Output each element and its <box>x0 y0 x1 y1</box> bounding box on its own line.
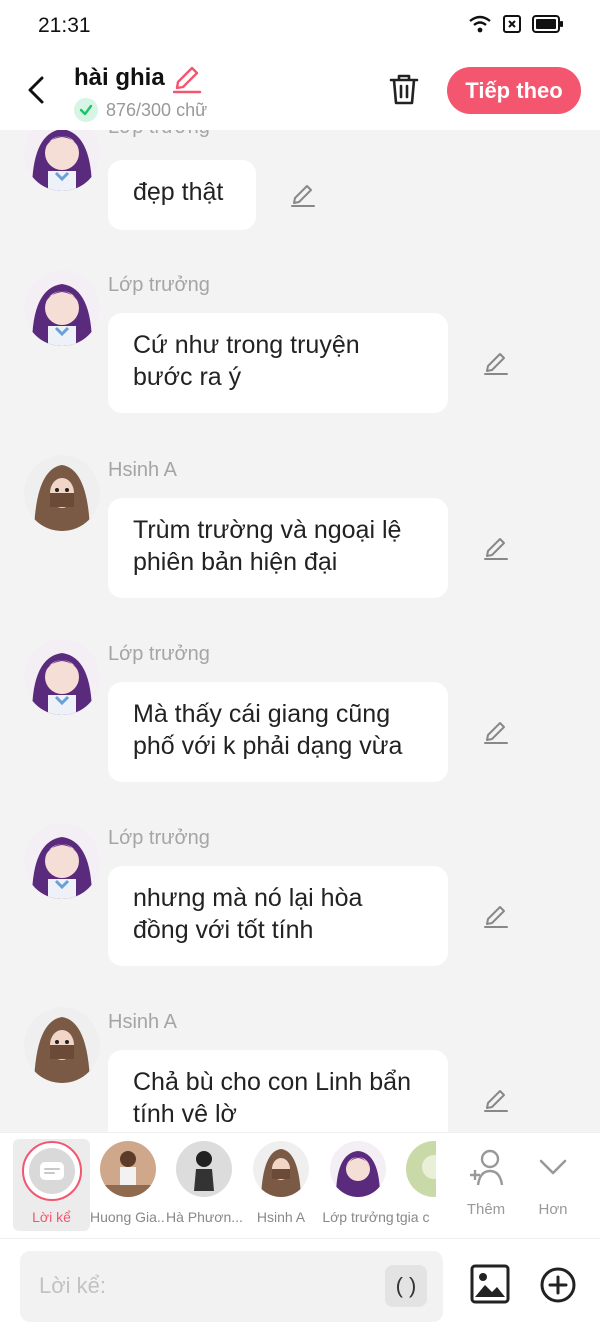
story-title[interactable]: hài ghia <box>74 64 165 92</box>
message-bubble[interactable]: nhưng mà nó lại hòa đồng với tốt tính <box>108 866 448 966</box>
parenthesis-button[interactable]: ( ) <box>385 1265 427 1307</box>
message-bubble[interactable]: Trùm trường và ngoại lệ phiên bản hiện đ… <box>108 498 448 598</box>
character-item[interactable]: Hsinh A <box>243 1141 319 1225</box>
avatar[interactable] <box>24 455 100 531</box>
character-item[interactable]: Hà Phươn... <box>166 1141 242 1225</box>
character-label: tgia c <box>396 1209 430 1225</box>
status-time: 21:31 <box>38 14 91 37</box>
avatar[interactable] <box>24 270 100 346</box>
edit-pencil-icon[interactable] <box>483 903 509 929</box>
sender-name: Lớp trưởng <box>108 130 210 139</box>
character-bar: Lời kể Huong Gia... Hà Phươn... Hsinh A … <box>0 1132 600 1238</box>
character-item[interactable]: Lớp trưởng <box>320 1141 396 1225</box>
check-icon <box>74 98 98 122</box>
narration-icon <box>29 1148 75 1194</box>
battery-icon <box>532 15 563 33</box>
status-bar: 21:31 <box>0 0 600 54</box>
character-avatar <box>176 1141 232 1197</box>
add-character-button[interactable]: Thêm <box>456 1145 516 1218</box>
add-person-icon <box>470 1149 504 1186</box>
character-avatar <box>406 1141 436 1197</box>
message-text: Cứ như trong truyện bước ra ý <box>133 331 360 391</box>
input-placeholder: Lời kể: <box>39 1273 107 1298</box>
sender-name: Hsinh A <box>108 1011 177 1033</box>
sender-name: Hsinh A <box>108 459 177 481</box>
avatar[interactable] <box>24 1007 100 1083</box>
message-text: Trùm trường và ngoại lệ phiên bản hiện đ… <box>133 516 402 576</box>
message-bubble[interactable]: Chả bù cho con Linh bẩn tính vê lờ <box>108 1050 448 1132</box>
sender-name: Lớp trưởng <box>108 643 210 665</box>
avatar[interactable] <box>24 639 100 715</box>
word-count: 876/300 chữ <box>74 98 207 122</box>
word-count-text: 876/300 chữ <box>106 99 208 120</box>
next-button[interactable]: Tiếp theo <box>447 67 581 114</box>
message-bubble[interactable]: Cứ như trong truyện bước ra ý <box>108 313 448 413</box>
message-text: nhưng mà nó lại hòa đồng với tốt tính <box>133 884 363 944</box>
character-label: Lớp trưởng <box>322 1209 394 1225</box>
sender-name: Lớp trưởng <box>108 827 210 849</box>
wifi-icon <box>469 15 491 33</box>
avatar[interactable] <box>24 823 100 899</box>
avatar[interactable] <box>24 130 100 191</box>
chevron-down-icon <box>539 1159 567 1175</box>
sim-disabled-icon <box>503 15 521 33</box>
chat-area[interactable]: Lớp trưởng đẹp thật Lớp trưởng Cứ như tr… <box>0 130 600 1132</box>
edit-pencil-icon[interactable] <box>290 182 316 208</box>
edit-pencil-icon[interactable] <box>483 1087 509 1113</box>
character-label: Hà Phươn... <box>166 1209 242 1225</box>
edit-pencil-icon[interactable] <box>483 719 509 745</box>
message-bubble[interactable]: đẹp thật <box>108 160 256 230</box>
character-label: Hsinh A <box>256 1209 306 1225</box>
message-text: Mà thấy cái giang cũng phố với k phải dạ… <box>133 700 403 760</box>
character-avatar <box>100 1141 156 1197</box>
header: hài ghia 876/300 chữ Tiếp theo <box>0 54 600 130</box>
pencil-icon[interactable] <box>172 64 202 94</box>
edit-pencil-icon[interactable] <box>483 350 509 376</box>
more-button[interactable]: Hơn <box>524 1145 582 1218</box>
character-avatar <box>253 1141 309 1197</box>
message-bubble[interactable]: Mà thấy cái giang cũng phố với k phải dạ… <box>108 682 448 782</box>
add-circle-icon[interactable] <box>540 1267 576 1303</box>
character-narrator[interactable]: Lời kể <box>13 1139 90 1231</box>
message-text: đẹp thật <box>133 178 224 206</box>
character-avatar <box>330 1141 386 1197</box>
more-label: Hơn <box>538 1201 568 1218</box>
trash-icon[interactable] <box>388 72 420 106</box>
back-arrow-icon[interactable] <box>22 70 54 110</box>
input-bar: Lời kể: ( ) <box>0 1238 600 1333</box>
image-icon[interactable] <box>470 1264 510 1304</box>
character-label: Huong Gia... <box>90 1209 166 1225</box>
sender-name: Lớp trưởng <box>108 274 210 296</box>
narration-input[interactable]: Lời kể: ( ) <box>20 1251 443 1322</box>
message-text: Chả bù cho con Linh bẩn tính vê lờ <box>133 1068 411 1128</box>
add-character-label: Thêm <box>466 1201 506 1218</box>
edit-pencil-icon[interactable] <box>483 535 509 561</box>
character-label: Lời kể <box>32 1209 71 1225</box>
character-item[interactable]: tgia c <box>396 1141 436 1225</box>
character-item[interactable]: Huong Gia... <box>90 1141 166 1225</box>
